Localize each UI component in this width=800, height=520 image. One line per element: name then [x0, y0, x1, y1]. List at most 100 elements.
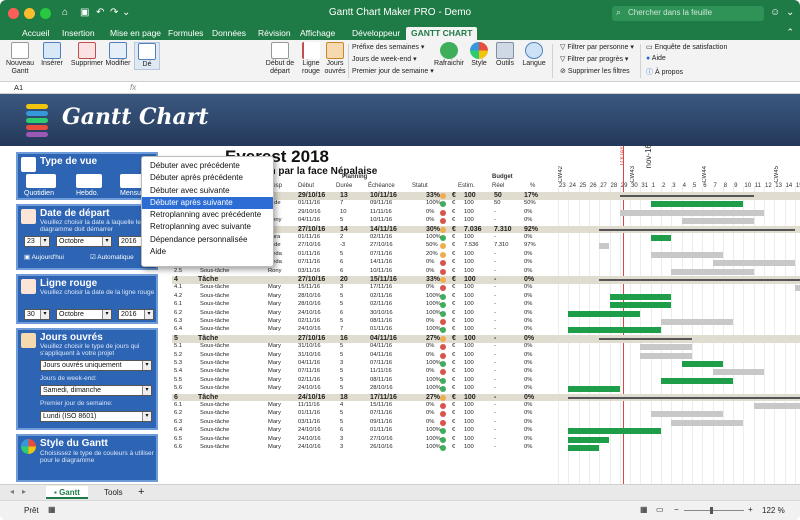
subtask-row[interactable]: 6.3 Sous-tâche Mary 03/11/16 5 09/11/16 0% 100 -… — [172, 419, 800, 427]
cell-e[interactable]: 01/11/16 — [370, 427, 392, 435]
zoom-in-icon[interactable]: + — [748, 505, 753, 514]
cell-r[interactable]: Mary — [268, 343, 281, 351]
cell-r[interactable]: Mary — [268, 352, 281, 360]
cell-e[interactable]: 10/11/16 — [370, 268, 392, 276]
cell-p[interactable]: 0% — [524, 436, 532, 444]
sheet-tab-tools[interactable]: Tools — [96, 486, 131, 499]
task-bar[interactable] — [568, 310, 641, 317]
cell-reel[interactable]: - — [494, 251, 496, 259]
subtask-row[interactable]: 6.4 Sous-tâche Mary 24/10/16 7 01/11/16 100% 10… — [172, 326, 800, 334]
cell-name[interactable]: Sous-tâche — [200, 410, 229, 418]
cell-name[interactable]: Sous-tâche — [200, 343, 229, 351]
cell-p[interactable]: 0% — [524, 251, 532, 259]
cell-name[interactable]: Tâche — [198, 276, 218, 284]
minimize-window-button[interactable] — [24, 8, 35, 19]
cell-s[interactable]: 0% — [426, 352, 434, 360]
undo-icon[interactable]: ↶ — [96, 7, 104, 18]
cell-n[interactable]: 5.3 — [174, 360, 182, 368]
task-bar[interactable] — [619, 209, 764, 216]
cell-s[interactable]: 0% — [426, 259, 434, 267]
task-bar[interactable] — [681, 361, 723, 367]
cell-p[interactable]: 97% — [524, 242, 536, 250]
cell-name[interactable]: Tâche — [198, 335, 218, 343]
task-bar[interactable] — [640, 352, 692, 359]
col-echeance[interactable]: Échéance — [368, 183, 395, 189]
cell-d[interactable]: 07/11/16 — [298, 259, 320, 267]
task-bar[interactable] — [712, 260, 795, 267]
cell-e[interactable]: 04/11/16 — [370, 343, 392, 351]
subtask-row[interactable]: 5.6 Sous-tâche Mary 24/10/16 5 28/10/16 100% 10… — [172, 385, 800, 393]
cell-d[interactable]: 24/10/16 — [298, 427, 321, 435]
remove-filters-button[interactable]: ⊘ Supprimer les filtres — [560, 67, 630, 75]
task-bar[interactable] — [599, 243, 610, 250]
cell-e[interactable]: 17/11/16 — [370, 394, 397, 402]
cell-s[interactable]: 100% — [426, 385, 441, 393]
cell-e[interactable]: 10/11/16 — [370, 192, 397, 200]
cell-s[interactable]: 100% — [426, 301, 441, 309]
col-pct[interactable]: % — [530, 183, 535, 189]
cell-n[interactable]: 5.1 — [174, 343, 182, 351]
cell-reel[interactable]: - — [494, 385, 496, 393]
cell-d[interactable]: 24/10/16 — [298, 394, 325, 402]
cell-e[interactable]: 09/11/16 — [370, 200, 392, 208]
home-icon[interactable]: ⌂ — [62, 7, 68, 18]
cell-r[interactable]: Mary — [268, 360, 281, 368]
cell-s[interactable]: 0% — [426, 410, 434, 418]
cell-reel[interactable]: 50 — [494, 192, 502, 200]
zoom-slider-thumb[interactable] — [710, 507, 713, 514]
cell-n[interactable]: 6.1 — [174, 402, 182, 410]
cell-reel[interactable]: - — [494, 284, 496, 292]
cell-d[interactable]: 27/10/16 — [298, 226, 325, 234]
cell-e[interactable]: 26/10/16 — [370, 444, 393, 452]
cell-d[interactable]: 27/10/16 — [298, 276, 325, 284]
subtask-row[interactable]: 6.2 Sous-tâche Mary 01/11/16 5 07/11/16 0% 100 -… — [172, 410, 800, 418]
tab-revision[interactable]: Révision — [258, 27, 291, 40]
cell-reel[interactable]: - — [494, 301, 496, 309]
cell-name[interactable]: Sous-tâche — [200, 427, 229, 435]
cell-d[interactable]: 04/11/16 — [298, 217, 320, 225]
cell-dur[interactable]: 5 — [340, 343, 343, 351]
cell-d[interactable]: 24/10/16 — [298, 436, 321, 444]
subtask-row[interactable]: 4.2 Sous-tâche Mary 28/10/16 5 02/11/16 100% 10… — [172, 293, 800, 301]
cell-est[interactable]: 100 — [464, 410, 474, 418]
cell-d[interactable]: 04/11/16 — [298, 360, 320, 368]
cell-est[interactable]: 100 — [464, 335, 476, 343]
cell-e[interactable]: 02/11/16 — [370, 301, 392, 309]
cell-d[interactable]: 24/10/16 — [298, 326, 321, 334]
cell-s[interactable]: 100% — [426, 200, 441, 208]
cell-reel[interactable]: - — [494, 444, 496, 452]
cell-name[interactable]: Sous-tâche — [200, 444, 229, 452]
task-bar[interactable] — [650, 411, 723, 418]
insert-button[interactable]: Insérer — [36, 42, 68, 68]
menu-item-5[interactable]: Retroplanning avec suivante — [142, 221, 273, 233]
week-prefix-dropdown[interactable]: Préfixe des semaines ▾ — [352, 43, 424, 51]
cell-s[interactable]: 100% — [426, 436, 441, 444]
cell-r[interactable]: Mary — [268, 310, 281, 318]
cell-p[interactable]: 0% — [524, 217, 532, 225]
cell-reel[interactable]: - — [494, 352, 496, 360]
cell-n[interactable]: 6.3 — [174, 419, 182, 427]
cell-dur[interactable]: 6 — [340, 310, 343, 318]
subtask-row[interactable]: 2.5 Sous-tâche Rony 03/11/16 6 10/11/16 0% 100 -… — [172, 268, 800, 276]
cell-r[interactable]: Mary — [268, 410, 281, 418]
task-row[interactable]: 4 Tâche 27/10/16 20 15/11/16 33% 100 - 0% € — [172, 276, 800, 284]
cell-s[interactable]: 27% — [426, 394, 440, 402]
cell-name[interactable]: Sous-tâche — [200, 377, 229, 385]
cell-est[interactable]: 100 — [464, 352, 474, 360]
filter-progress-dropdown[interactable]: ▽ Filtrer par progrès ▾ — [560, 55, 628, 63]
macro-icon[interactable]: ▦ — [48, 505, 56, 514]
cell-s[interactable]: 30% — [426, 226, 440, 234]
tab-developpeur[interactable]: Développeur — [352, 27, 400, 40]
cell-dur[interactable]: 5 — [340, 385, 343, 393]
cell-est[interactable]: 100 — [464, 377, 474, 385]
cell-est[interactable]: 100 — [464, 436, 474, 444]
cell-e[interactable]: 14/11/16 — [370, 259, 392, 267]
menu-item-4[interactable]: Retroplanning avec précédente — [142, 209, 273, 221]
task-bar[interactable] — [794, 285, 800, 292]
cell-reel[interactable]: - — [494, 293, 496, 301]
cell-d[interactable]: 15/11/16 — [298, 284, 320, 292]
cell-e[interactable]: 07/11/16 — [370, 410, 392, 418]
cell-s[interactable]: 0% — [426, 217, 434, 225]
delete-button[interactable]: Supprimer — [70, 42, 104, 68]
menu-item-1[interactable]: Débuter après précédente — [142, 172, 273, 184]
